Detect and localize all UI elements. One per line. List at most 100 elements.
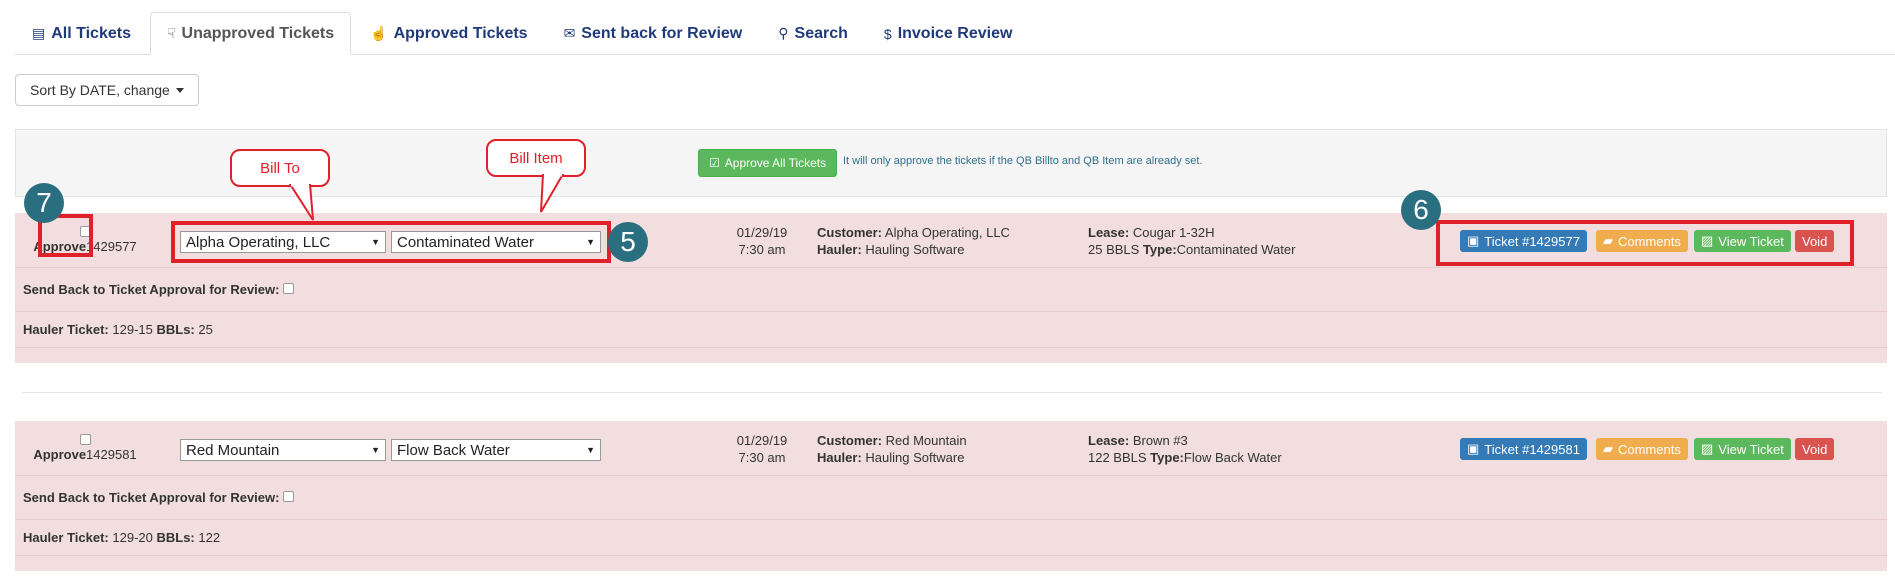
tab-unapproved-tickets[interactable]: ☟ Unapproved Tickets [149,12,352,55]
tab-label: Invoice Review [897,24,1013,42]
comments-button[interactable]: ▰ Comments [1596,438,1688,460]
ticket-tabs: ▤ All Tickets ☟ Unapproved Tickets ☝ App… [15,12,1895,55]
ticket-number-button[interactable]: ▣ Ticket #1429581 [1460,438,1587,460]
badge-7: 7 [24,183,64,223]
sort-dropdown-button[interactable]: Sort By DATE, change [15,74,199,106]
dollar-icon: $ [883,25,892,42]
type-value: Contaminated Water [1176,242,1296,257]
void-button[interactable]: Void [1795,438,1835,460]
bill-item-callout-tail [540,174,565,213]
bill-to-callout-tail [288,184,314,221]
customer-label: Customer: [817,225,883,240]
lease-label: Lease: [1088,225,1130,240]
bbls-label: BBLs: [156,322,195,337]
send-back-label: Send Back to Ticket Approval for Review: [23,490,280,505]
ticket-id: 1429581 [86,447,137,462]
hauler-label: Hauler: [817,450,862,465]
type-label: Type: [1142,242,1177,257]
tab-label: Approved Tickets [393,24,528,42]
dropdown-arrow-icon: ▼ [586,445,595,455]
ticket-number-label: Ticket #1429581 [1484,441,1580,457]
ticket-date: 01/29/19 [736,433,788,448]
row-divider [22,392,1882,393]
ticket-buttons-highlight-box [1436,220,1854,266]
bbls-value: 122 [198,530,221,545]
bill-item-value: Flow Back Water [397,441,510,459]
approve-all-label: Approve All Tickets [724,156,827,170]
bbls-text: 122 BBLS [1088,450,1147,465]
hauler-value: Hauling Software [865,242,965,257]
tab-sent-back-for-review[interactable]: ✉ Sent back for Review [547,13,760,54]
customer-value: Alpha Operating, LLC [884,225,1010,240]
tab-label: Sent back for Review [581,24,743,42]
sort-label: Sort By DATE, change [30,82,170,98]
thumbs-down-icon: ☟ [166,25,176,41]
comments-label: Comments [1618,441,1681,457]
lease-label: Lease: [1088,433,1130,448]
caret-down-icon [175,87,184,93]
ticket-time: 7:30 am [738,242,786,257]
lease-value: Brown #3 [1132,433,1188,448]
tab-invoice-review[interactable]: $ Invoice Review [867,13,1030,54]
hauler-ticket-row: Hauler Ticket: 129-15 BBLs: 25 [23,322,213,337]
list-icon: ▤ [32,25,46,41]
approve-checkbox[interactable] [79,434,91,445]
customer-label: Customer: [817,433,883,448]
check-square-icon: ☑ [709,156,720,170]
ticket-time: 7:30 am [738,450,786,465]
bbls-label: BBLs: [156,530,195,545]
send-back-label: Send Back to Ticket Approval for Review: [23,282,280,297]
bill-selects-highlight-box [171,221,611,263]
hauler-ticket-value: 129-15 [112,322,153,337]
send-back-row: Send Back to Ticket Approval for Review: [23,490,295,505]
comment-icon: ▰ [1603,441,1613,456]
bill-to-select[interactable]: Red Mountain ▼ [180,439,386,461]
view-ticket-button[interactable]: ▨ View Ticket [1694,438,1791,460]
ticket-id: 1429577 [86,239,137,254]
tab-approved-tickets[interactable]: ☝ Approved Tickets [353,13,544,54]
search-icon: ⚲ [778,25,789,41]
bbls-value: 25 [198,322,213,337]
ticket-datetime: 01/29/19 7:30 am [717,224,807,258]
hauler-ticket-label: Hauler Ticket: [23,530,109,545]
bill-item-callout: Bill Item [486,139,586,177]
view-ticket-label: View Ticket [1718,441,1784,457]
type-value: Flow Back Water [1183,450,1282,465]
image-icon: ▨ [1701,441,1714,456]
bbls-text: 25 BBLS [1088,242,1140,257]
hauler-ticket-value: 129-20 [112,530,153,545]
tab-search[interactable]: ⚲ Search [761,13,865,54]
customer-value: Red Mountain [885,433,967,448]
bill-to-callout: Bill To [230,149,330,187]
hauler-value: Hauling Software [865,450,965,465]
send-back-checkbox[interactable] [283,283,295,294]
send-back-row: Send Back to Ticket Approval for Review: [23,282,295,297]
badge-5: 5 [608,222,648,262]
ticket-datetime: 01/29/19 7:30 am [717,432,807,466]
lease-info: Lease: Brown #3 122 BBLS Type:Flow Back … [1088,432,1282,466]
briefcase-icon: ▣ [1467,441,1480,456]
bill-to-value: Red Mountain [186,441,280,459]
dropdown-arrow-icon: ▼ [371,445,380,455]
hauler-ticket-row: Hauler Ticket: 129-20 BBLs: 122 [23,530,220,545]
tab-all-tickets[interactable]: ▤ All Tickets [15,13,148,54]
hauler-ticket-label: Hauler Ticket: [23,322,109,337]
customer-info: Customer: Red Mountain Hauler: Hauling S… [817,432,967,466]
thumbs-up-icon: ☝ [370,25,388,41]
tab-label: Search [794,24,848,42]
envelope-icon: ✉ [563,25,576,41]
bill-item-select[interactable]: Flow Back Water ▼ [391,439,601,461]
tab-label: All Tickets [51,24,131,42]
lease-value: Cougar 1-32H [1132,225,1215,240]
customer-info: Customer: Alpha Operating, LLC Hauler: H… [817,224,1010,258]
type-label: Type: [1150,450,1184,465]
lease-info: Lease: Cougar 1-32H 25 BBLS Type:Contami… [1088,224,1295,258]
tab-label: Unapproved Tickets [181,24,335,42]
approve-all-button[interactable]: ☑ Approve All Tickets [698,149,838,177]
send-back-checkbox[interactable] [283,491,295,502]
ticket-date: 01/29/19 [736,225,788,240]
hauler-label: Hauler: [817,242,862,257]
void-label: Void [1802,441,1828,457]
approve-all-note: It will only approve the tickets if the … [843,155,1203,167]
badge-6: 6 [1401,190,1441,230]
